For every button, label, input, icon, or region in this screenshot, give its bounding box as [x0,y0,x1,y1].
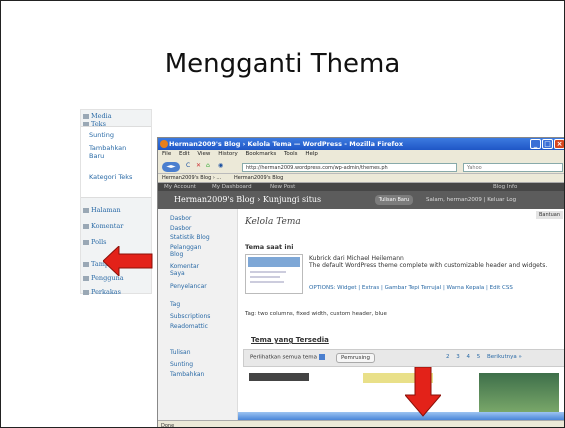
link-my-account[interactable]: My Account [164,184,196,190]
page-5[interactable]: 5 [477,354,481,360]
thumbnail-line [250,271,286,273]
sidebar-item-dasbor-sub[interactable]: Dasbor [170,225,191,232]
menu-file[interactable]: File [162,151,171,157]
help-button[interactable]: Bantuan [535,211,563,219]
menu-item-komentar[interactable]: Komentar [83,222,123,230]
available-themes-heading: Tema yang Tersedia [251,336,329,344]
users-icon [83,275,89,281]
theme-thumbnail[interactable] [479,373,559,413]
navigation-toolbar: ◄► C ✕ ⌂ ◉ http://herman2009.wordpress.c… [158,160,564,174]
menu-item-polls[interactable]: Polls [83,238,107,246]
random-button[interactable]: Pemrusing [336,353,375,363]
submenu-tambahkan[interactable]: Tambahkan Baru [89,144,143,160]
scrollbar[interactable] [238,412,564,420]
tab-active[interactable]: Herman2009's Blog › ... [162,175,221,181]
pagination: 2 3 4 5 Berikutnya » [446,354,527,360]
stop-icon[interactable]: ✕ [196,162,201,172]
sidebar-item-komentar[interactable]: Komentar Saya [170,263,210,277]
link-my-dashboard[interactable]: My Dashboard [212,184,252,190]
next-page-link[interactable]: Berikutnya » [487,354,522,360]
lock-icon: ◉ [218,162,224,169]
browser-screenshot: Herman2009's Blog › Kelola Tema — WordPr… [157,137,564,427]
submenu-kategori[interactable]: Kategori Teks [89,173,132,181]
sidebar-item-subscriptions[interactable]: Subscriptions [170,313,210,320]
sidebar-item-tambahkan[interactable]: Tambahkan [170,371,204,378]
wp-admin-bar: My Account My Dashboard New Post Blog In… [158,183,564,191]
reload-icon[interactable]: C [186,162,190,172]
new-post-button[interactable]: Tulisan Baru [375,195,413,205]
sidebar-item-penyelancar[interactable]: Penyelancar [170,283,214,290]
sidebar-item-dasbor[interactable]: Dasbor [170,215,191,222]
blog-name[interactable]: Herman2009's Blog › Kunjungi situs [174,195,321,204]
menu-history[interactable]: History [218,151,238,157]
sidebar-item-tulisan[interactable]: Tulisan [170,349,191,356]
status-bar: Done [158,420,564,427]
sidebar-item-tag[interactable]: Tag [170,301,180,308]
search-input[interactable]: Yahoo [463,163,563,172]
menu-item-halaman[interactable]: Halaman [83,206,121,214]
menu-bookmarks[interactable]: Bookmarks [246,151,277,157]
menu-item-perkakas[interactable]: Perkakas [83,288,121,296]
menu-bar: File Edit View History Bookmarks Tools H… [158,150,564,160]
thumbnail-header [248,257,300,267]
wp-sidebar: Dasbor Dasbor Statistik Blog Pelanggan B… [158,209,238,427]
down-arrow-icon [405,367,441,417]
appearance-icon [83,261,89,267]
menu-edit[interactable]: Edit [179,151,190,157]
page-icon [83,207,89,213]
link-new-post[interactable]: New Post [270,184,295,190]
menu-tools[interactable]: Tools [284,151,298,157]
sidebar-item-statistik[interactable]: Statistik Blog [170,234,210,241]
slide-title: Mengganti Thema [164,49,401,79]
media-icon [83,113,89,119]
current-theme-desc: The default WordPress theme complete wit… [309,262,548,269]
thumbnail-line [250,281,284,283]
page-4[interactable]: 4 [467,354,471,360]
tab-bar: Herman2009's Blog › ... Herman2009's Blo… [158,174,564,183]
close-button[interactable]: × [554,139,564,149]
current-theme-info: Kubrick dari Michael Heilemann The defau… [309,255,559,269]
page-3[interactable]: 3 [456,354,460,360]
theme-options[interactable]: OPTIONS: Widget | Extras | Gambar Tepi T… [309,285,559,292]
theme-filter-bar: Perlihatkan semua tema Pemrusing 2 3 4 5… [243,349,564,367]
theme-tags: Tag: two columns, fixed width, custom he… [245,311,387,317]
link-blog-info[interactable]: Blog Info [493,184,517,190]
chevron-down-icon [319,354,326,360]
thumbnail-line [250,276,280,278]
minimize-button[interactable]: _ [530,139,541,149]
menu-help[interactable]: Help [305,151,318,157]
sidebar-item-sunting[interactable]: Sunting [170,361,193,368]
slide: Mengganti Thema Media Teks Sunting Tamba… [0,0,565,428]
home-icon[interactable]: ⌂ [206,162,210,172]
window-title: Herman2009's Blog › Kelola Tema — WordPr… [169,140,404,148]
wp-header: Herman2009's Blog › Kunjungi situs Tulis… [158,191,564,209]
back-button[interactable]: ◄► [162,162,180,172]
page-title: Kelola Tema [245,217,301,227]
wp-main-content: Bantuan Kelola Tema Tema saat ini Kubric… [239,209,564,427]
sidebar-item-readomattic[interactable]: Readomattic [170,323,208,330]
sidebar-item-pelanggan[interactable]: Pelanggan Blog [170,244,210,258]
teks-submenu: Sunting Tambahkan Baru Kategori Teks [81,126,151,198]
menu-view[interactable]: View [197,151,210,157]
firefox-icon [160,140,168,148]
current-theme-heading: Tema saat ini [245,243,294,251]
polls-icon [83,239,89,245]
page-2[interactable]: 2 [446,354,450,360]
theme-filter-select[interactable]: Perlihatkan semua tema [250,354,326,361]
tools-icon [83,289,89,295]
menu-item-media[interactable]: Media [83,112,112,120]
tab-blog[interactable]: Herman2009's Blog [234,175,283,181]
theme-thumbnail[interactable] [249,373,309,381]
window-titlebar: Herman2009's Blog › Kelola Tema — WordPr… [158,138,564,150]
left-arrow-icon [103,246,153,276]
url-field[interactable]: http://herman2009.wordpress.com/wp-admin… [242,163,457,172]
comment-icon [83,223,89,229]
maximize-button[interactable]: □ [542,139,553,149]
current-theme-thumbnail [245,254,303,294]
greeting[interactable]: Salam, herman2009 | Keluar Log [426,197,516,203]
current-theme-name[interactable]: Kubrick dari Michael Heilemann [309,255,559,262]
submenu-sunting[interactable]: Sunting [89,131,114,139]
